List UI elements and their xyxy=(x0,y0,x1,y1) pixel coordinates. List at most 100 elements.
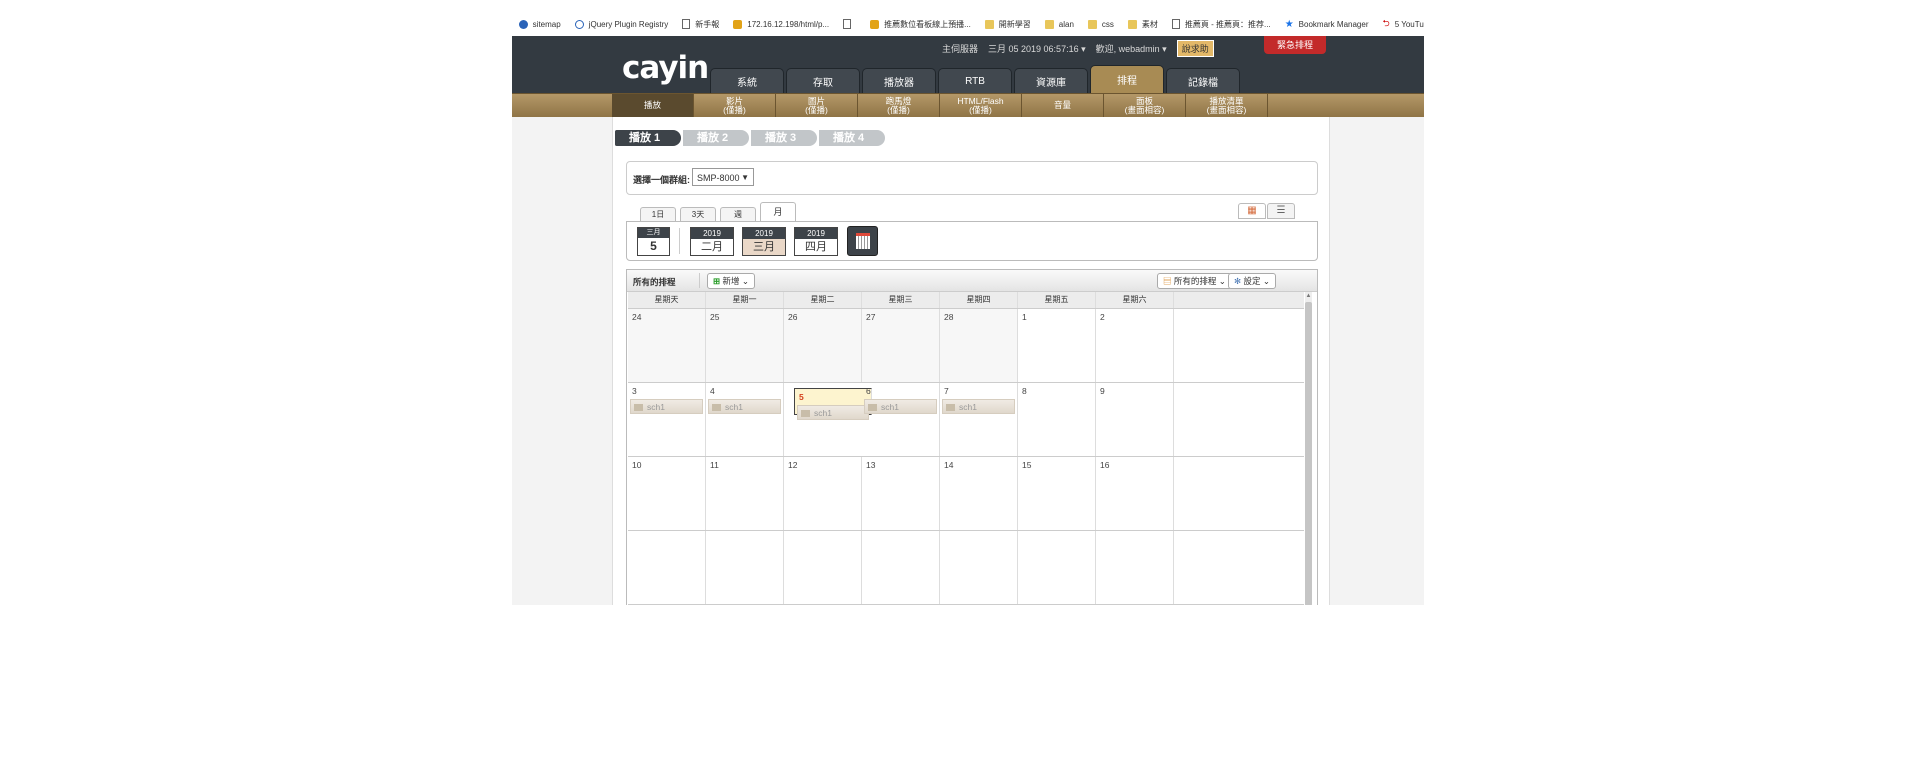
calendar-icon xyxy=(855,233,870,249)
day-cell[interactable]: 26 xyxy=(784,309,862,382)
welcome-dropdown[interactable]: 歡迎, webadmin ▾ xyxy=(1096,42,1167,55)
schedule-filter-button[interactable]: ▤ 所有的排程 ⌄ xyxy=(1157,273,1232,289)
day-cell[interactable]: 4 sch1 xyxy=(706,383,784,456)
list-view-icon[interactable]: ☰ xyxy=(1267,203,1295,219)
schedule-event[interactable]: sch1 xyxy=(864,399,937,414)
bookmark-manager[interactable]: ★ Bookmark Manager xyxy=(1285,19,1369,30)
calendar-week xyxy=(628,531,1304,605)
schedule-event[interactable]: sch1 xyxy=(630,399,703,414)
month-prev[interactable]: 2019 二月 xyxy=(690,227,734,256)
tab-schedule[interactable]: 排程 xyxy=(1090,65,1164,93)
settings-button[interactable]: ✻ 設定 ⌄ xyxy=(1228,273,1276,289)
day-cell[interactable]: 24 xyxy=(628,309,706,382)
tab-1-day[interactable]: 1日 xyxy=(640,207,676,222)
tab-library[interactable]: 資源庫 xyxy=(1014,68,1088,93)
day-cell[interactable]: 1 xyxy=(1018,309,1096,382)
subnav-html-flash[interactable]: HTML/Flash (僅播) xyxy=(940,94,1022,117)
schedule-event[interactable]: sch1 xyxy=(797,405,869,420)
day-cell[interactable] xyxy=(1018,531,1096,604)
tab-week[interactable]: 週 xyxy=(720,207,756,222)
group-select[interactable]: SMP-8000 ▼ xyxy=(692,168,754,186)
day-cell[interactable]: 14 xyxy=(940,457,1018,530)
subnav-panel[interactable]: 面板 (畫面相容) xyxy=(1104,94,1186,117)
month-current[interactable]: 2019 三月 xyxy=(742,227,786,256)
tab-access[interactable]: 存取 xyxy=(786,68,860,93)
bookmark-sitemap[interactable]: sitemap xyxy=(518,19,561,29)
datetime-dropdown[interactable]: 三月 05 2019 06:57:16 ▾ xyxy=(988,42,1086,55)
day-cell[interactable]: 2 xyxy=(1096,309,1174,382)
tab-month[interactable]: 月 xyxy=(760,202,796,222)
schedule-event[interactable]: sch1 xyxy=(708,399,781,414)
bookmark-youtube[interactable]: ⮌5 YouTube xyxy=(1382,16,1424,32)
page-icon xyxy=(1171,19,1180,29)
step-play-4[interactable]: 播放 4 xyxy=(819,130,885,146)
schedule-event[interactable]: sch1 xyxy=(942,399,1015,414)
main-tabs: 系統 存取 播放器 RTB 資源庫 排程 記錄檔 xyxy=(710,65,1242,93)
tab-player[interactable]: 播放器 xyxy=(862,68,936,93)
bookmark-newbie[interactable]: 新手報 xyxy=(682,19,719,30)
scrollbar-thumb[interactable] xyxy=(1305,302,1312,605)
day-cell[interactable]: 10 xyxy=(628,457,706,530)
step-play-3[interactable]: 播放 3 xyxy=(751,130,817,146)
divider xyxy=(679,228,680,254)
day-cell[interactable]: 9 xyxy=(1096,383,1174,456)
day-cell[interactable]: 11 xyxy=(706,457,784,530)
month-next[interactable]: 2019 四月 xyxy=(794,227,838,256)
emergency-schedule-button[interactable]: 緊急排程 xyxy=(1264,36,1326,54)
day-cell[interactable]: 3 sch1 xyxy=(628,383,706,456)
date-picker-button[interactable] xyxy=(847,226,878,256)
bookmark-preview[interactable]: 推薦數位看板線上預播... xyxy=(870,19,971,30)
day-cell[interactable] xyxy=(940,531,1018,604)
today-badge[interactable]: 三月 5 xyxy=(637,227,670,256)
day-cell-today[interactable]: 5 sch1 xyxy=(794,388,872,420)
folder-icon xyxy=(984,19,994,29)
bookmark-folder-alan[interactable]: alan xyxy=(1044,19,1074,29)
globe-icon xyxy=(518,19,528,29)
add-schedule-button[interactable]: ⊞ 新增 ⌄ xyxy=(707,273,755,289)
bookmark-recommend[interactable]: 推薦頁 - 推薦頁：推荐... xyxy=(1171,19,1271,30)
main-content: 播放 1 播放 2 播放 3 播放 4 選擇一個群組: SMP-8000 ▼ 1… xyxy=(612,117,1330,605)
subnav-play[interactable]: 播放 xyxy=(612,94,694,117)
bookmark-folder-material[interactable]: 素材 xyxy=(1127,19,1158,30)
view-mode-switch: ▦ ☰ xyxy=(1237,203,1295,219)
bookmark-folder-css[interactable]: css xyxy=(1087,19,1114,29)
tab-system[interactable]: 系統 xyxy=(710,68,784,93)
tab-logs[interactable]: 記錄檔 xyxy=(1166,68,1240,93)
day-cell[interactable]: 27 xyxy=(862,309,940,382)
tab-rtb[interactable]: RTB xyxy=(938,68,1012,93)
group-label: 選擇一個群組: xyxy=(633,175,690,185)
day-cell[interactable]: 28 xyxy=(940,309,1018,382)
day-cell[interactable] xyxy=(784,531,862,604)
help-button[interactable]: 說求助 xyxy=(1176,40,1214,57)
scroll-up-icon[interactable]: ▲ xyxy=(1305,292,1312,300)
day-cell[interactable] xyxy=(706,531,784,604)
bookmark-local-ip[interactable]: 172.16.12.198/html/p... xyxy=(733,19,829,29)
step-play-1[interactable]: 播放 1 xyxy=(615,130,681,146)
bookmark-blank[interactable] xyxy=(843,19,856,29)
day-cell[interactable] xyxy=(628,531,706,604)
day-cell[interactable]: 16 xyxy=(1096,457,1174,530)
day-cell[interactable]: 6 sch1 xyxy=(862,383,940,456)
subnav-image[interactable]: 圖片 (僅播) xyxy=(776,94,858,117)
subnav-video[interactable]: 影片 (僅播) xyxy=(694,94,776,117)
calendar-view-icon[interactable]: ▦ xyxy=(1238,203,1266,219)
tab-3-days[interactable]: 3天 xyxy=(680,207,716,222)
day-cell[interactable]: 12 xyxy=(784,457,862,530)
subnav-playlist[interactable]: 播放清單 (畫面相容) xyxy=(1186,94,1268,117)
day-cell[interactable] xyxy=(862,531,940,604)
day-cell[interactable]: 25 xyxy=(706,309,784,382)
calendar-scrollbar[interactable]: ▲ xyxy=(1305,292,1312,605)
day-cell[interactable] xyxy=(1096,531,1174,604)
star-icon: ★ xyxy=(1284,18,1294,30)
cayin-logo[interactable]: cayin xyxy=(622,50,709,86)
folder-icon xyxy=(1087,19,1097,29)
bookmark-folder-learn[interactable]: 開新學習 xyxy=(984,19,1031,30)
day-cell[interactable]: 13 xyxy=(862,457,940,530)
subnav-volume[interactable]: 音量 xyxy=(1022,94,1104,117)
day-cell[interactable]: 8 xyxy=(1018,383,1096,456)
step-play-2[interactable]: 播放 2 xyxy=(683,130,749,146)
day-cell[interactable]: 7 sch1 xyxy=(940,383,1018,456)
day-cell[interactable]: 15 xyxy=(1018,457,1096,530)
bookmark-jquery[interactable]: jQuery Plugin Registry xyxy=(574,19,668,29)
subnav-ticker[interactable]: 跑馬燈 (僅播) xyxy=(858,94,940,117)
